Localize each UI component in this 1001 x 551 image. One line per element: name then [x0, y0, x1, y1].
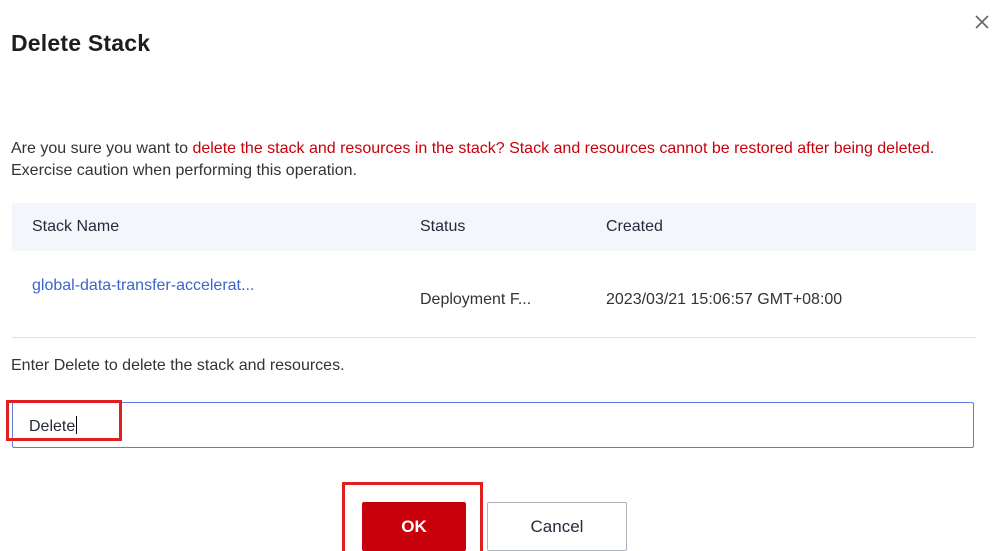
close-icon[interactable] — [973, 13, 991, 31]
warning-danger-text: delete the stack and resources in the st… — [192, 140, 930, 157]
dialog-title: Delete Stack — [11, 30, 151, 56]
header-stack-name: Stack Name — [32, 218, 120, 235]
stack-name-link[interactable]: global-data-transfer-accelerat... — [32, 277, 254, 294]
confirm-input[interactable]: Delete — [12, 402, 974, 448]
cancel-button[interactable]: Cancel — [487, 502, 627, 551]
status-cell: Deployment F... — [420, 291, 532, 308]
header-status: Status — [420, 218, 466, 235]
stack-table: Stack Name Status Created global-data-tr… — [12, 203, 976, 338]
confirm-hint: Enter Delete to delete the stack and res… — [11, 357, 345, 374]
table-header: Stack Name Status Created — [12, 203, 976, 251]
warning-prefix: Are you sure you want to — [11, 140, 193, 157]
created-cell: 2023/03/21 15:06:57 GMT+08:00 — [606, 291, 843, 308]
header-created: Created — [606, 218, 663, 235]
delete-stack-dialog: Delete Stack Are you sure you want to de… — [0, 0, 1001, 551]
warning-message: Are you sure you want to delete the stac… — [11, 138, 971, 182]
ok-button[interactable]: OK — [362, 502, 466, 551]
table-row: global-data-transfer-accelerat... Deploy… — [12, 251, 976, 338]
input-highlight-box — [6, 400, 122, 441]
